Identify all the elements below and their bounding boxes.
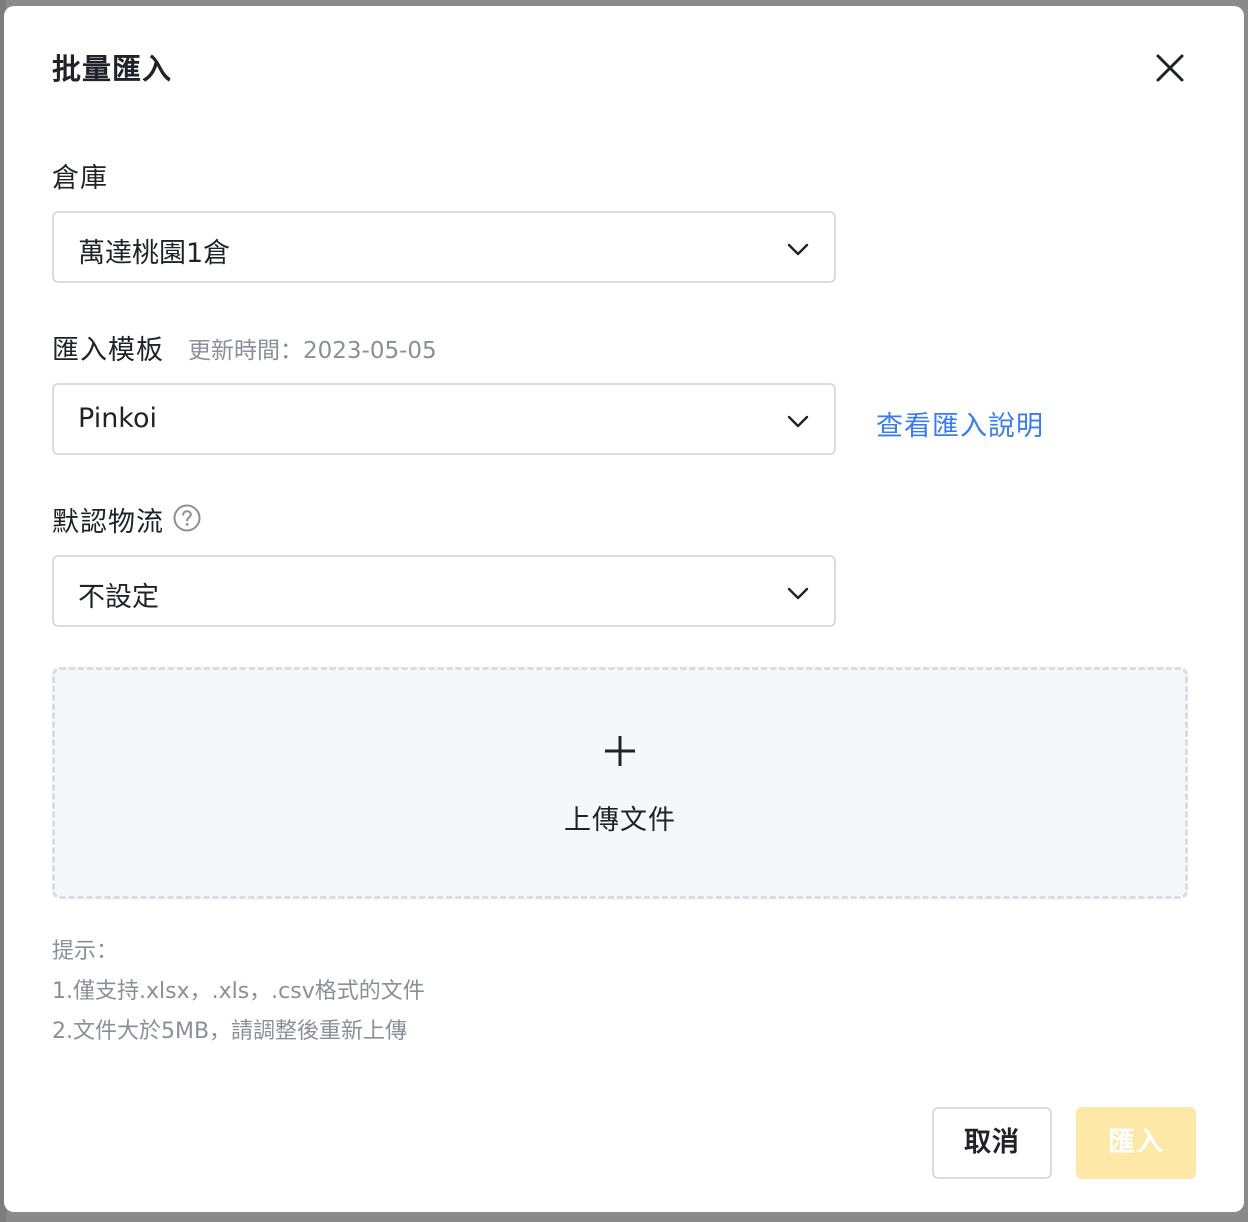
template-select[interactable]: Pinkoi: [52, 383, 836, 455]
template-label: 匯入模板: [52, 335, 164, 366]
dialog-title: 批量匯入: [52, 52, 173, 86]
chevron-down-icon: [787, 415, 809, 428]
help-circle-icon[interactable]: [172, 503, 202, 533]
template-select-value: Pinkoi: [78, 403, 157, 434]
tips-line-1: 1.僅支持.xlsx，.xls，.csv格式的文件: [52, 979, 425, 1004]
import-button[interactable]: 匯入: [1076, 1107, 1196, 1179]
logistics-select-value: 不設定: [78, 582, 159, 613]
view-import-instructions-link[interactable]: 查看匯入說明: [876, 404, 1044, 443]
logistics-select[interactable]: 不設定: [52, 555, 836, 627]
warehouse-select[interactable]: 萬達桃園1倉: [52, 211, 836, 283]
close-icon: [1156, 54, 1184, 82]
logistics-label: 默認物流: [52, 507, 164, 538]
cancel-button[interactable]: 取消: [932, 1107, 1052, 1179]
tips-title: 提示：: [52, 939, 119, 964]
plus-icon: [605, 736, 635, 766]
chevron-down-icon: [787, 587, 809, 600]
warehouse-label: 倉庫: [52, 163, 108, 194]
template-updated-date: 更新時間：2023-05-05: [188, 338, 437, 364]
close-button[interactable]: [1152, 50, 1188, 86]
tips-block: 提示： 1.僅支持.xlsx，.xls，.csv格式的文件 2.文件大於5MB，…: [52, 932, 425, 1052]
warehouse-select-value: 萬達桃園1倉: [78, 238, 231, 269]
chevron-down-icon: [787, 243, 809, 256]
batch-import-dialog: 批量匯入 倉庫 萬達桃園1倉 匯入模板 更新時間：2023-05-05 Pink…: [4, 6, 1244, 1212]
upload-label: 上傳文件: [564, 805, 676, 836]
file-upload-dropzone[interactable]: 上傳文件: [52, 667, 1188, 899]
tips-line-2: 2.文件大於5MB，請調整後重新上傳: [52, 1019, 408, 1044]
